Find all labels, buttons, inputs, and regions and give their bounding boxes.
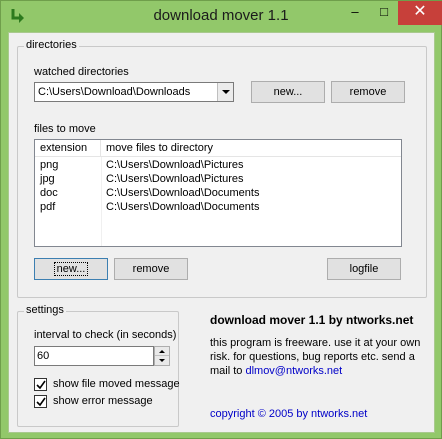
email-link[interactable]: dlmov@ntworks.net <box>245 365 342 377</box>
new-file-rule-button-label: new... <box>53 262 89 276</box>
list-item[interactable]: jpg C:\Users\Download\Pictures <box>35 172 401 186</box>
watched-directory-value: C:\Users\Download\Downloads <box>38 86 191 98</box>
maximize-button[interactable]: □ <box>370 1 398 25</box>
close-button[interactable]: ✕ <box>398 1 442 25</box>
list-item[interactable]: pdf C:\Users\Download\Documents <box>35 200 401 214</box>
logfile-button-label: logfile <box>349 263 379 275</box>
interval-spinner[interactable] <box>154 346 170 366</box>
about-line-1: this program is freeware. use it at your… <box>210 337 421 349</box>
new-watched-directory-button[interactable]: new... <box>251 81 325 103</box>
files-to-move-list[interactable]: extension move files to directory png C:… <box>34 139 402 247</box>
extension-cell: png <box>40 159 59 171</box>
show-error-label[interactable]: show error message <box>53 395 153 407</box>
remove-watched-directory-button-label: remove <box>349 86 387 98</box>
list-item[interactable]: doc C:\Users\Download\Documents <box>35 186 401 200</box>
remove-file-rule-button-label: remove <box>132 263 170 275</box>
settings-group: settings interval to check (in seconds) … <box>17 304 180 427</box>
copyright-text: copyright © 2005 by ntworks.net <box>210 408 368 420</box>
remove-file-rule-button[interactable]: remove <box>114 258 188 280</box>
show-moved-label[interactable]: show file moved message <box>53 378 180 390</box>
spin-down-icon[interactable] <box>155 356 169 365</box>
files-to-move-label: files to move <box>34 123 96 135</box>
directories-group: directories watched directories C:\Users… <box>17 39 427 298</box>
interval-label: interval to check (in seconds) <box>34 329 177 341</box>
title-bar[interactable]: download mover 1.1 – □ ✕ <box>1 1 442 32</box>
about-title: download mover 1.1 by ntworks.net <box>210 313 414 327</box>
chevron-down-icon[interactable] <box>217 83 233 101</box>
list-item[interactable]: png C:\Users\Download\Pictures <box>35 158 401 172</box>
interval-input[interactable] <box>34 346 154 366</box>
extension-cell: pdf <box>40 201 56 213</box>
remove-watched-directory-button[interactable]: remove <box>331 81 405 103</box>
client-area: directories watched directories C:\Users… <box>8 32 435 433</box>
show-error-checkbox[interactable] <box>34 395 47 408</box>
directory-cell: C:\Users\Download\Documents <box>106 187 260 199</box>
directory-cell: C:\Users\Download\Pictures <box>106 173 244 185</box>
check-icon <box>36 397 46 407</box>
extension-cell: jpg <box>40 173 55 185</box>
watched-directories-label: watched directories <box>34 66 129 78</box>
list-header: extension move files to directory <box>35 140 401 157</box>
spin-up-icon[interactable] <box>155 347 169 356</box>
app-window: download mover 1.1 – □ ✕ directories wat… <box>0 0 442 439</box>
show-moved-checkbox[interactable] <box>34 378 47 391</box>
extension-cell: doc <box>40 187 58 199</box>
directories-group-label: directories <box>24 39 79 51</box>
column-header-extension[interactable]: extension <box>35 140 101 157</box>
check-icon <box>36 380 46 390</box>
about-line-2: risk. for questions, bug reports etc. se… <box>210 351 415 363</box>
about-text: this program is freeware. use it at your… <box>210 336 420 378</box>
minimize-button[interactable]: – <box>341 1 369 25</box>
about-line-3: mail to dlmov@ntworks.net <box>210 364 420 378</box>
logfile-button[interactable]: logfile <box>327 258 401 280</box>
directory-cell: C:\Users\Download\Documents <box>106 201 260 213</box>
settings-group-label: settings <box>24 304 66 316</box>
directory-cell: C:\Users\Download\Pictures <box>106 159 244 171</box>
new-watched-directory-button-label: new... <box>273 86 303 98</box>
column-header-directory[interactable]: move files to directory <box>101 140 401 157</box>
new-file-rule-button[interactable]: new... <box>34 258 108 280</box>
watched-directories-dropdown[interactable]: C:\Users\Download\Downloads <box>34 82 234 102</box>
mail-to-label: mail to <box>210 365 243 377</box>
interval-input-field[interactable] <box>35 347 145 364</box>
